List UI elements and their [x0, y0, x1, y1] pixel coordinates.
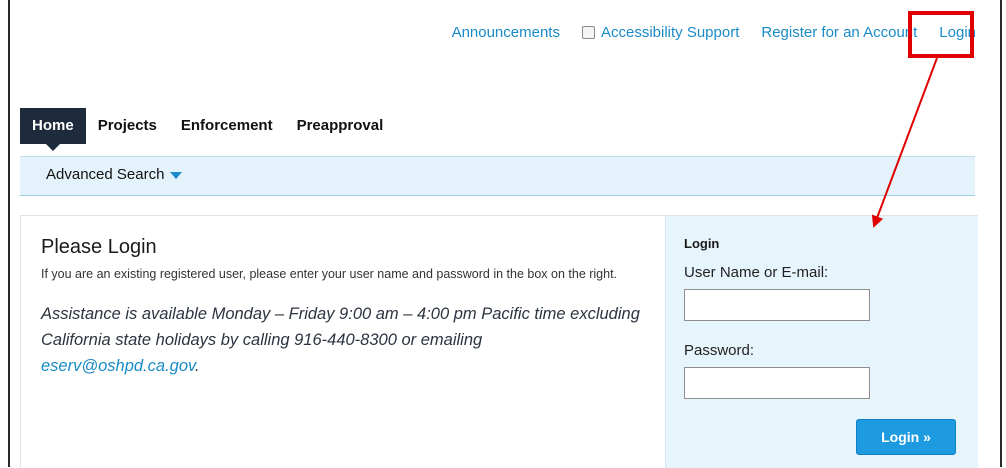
username-input[interactable] — [684, 289, 870, 321]
password-label: Password: — [684, 342, 755, 359]
login-content: Please Login If you are an existing regi… — [20, 215, 978, 468]
checkbox-icon[interactable] — [581, 26, 595, 39]
tab-projects[interactable]: Projects — [86, 108, 169, 144]
page-title: Please Login — [41, 236, 157, 258]
tab-home[interactable]: Home — [20, 108, 86, 151]
advanced-search-menu[interactable]: Advanced Search — [46, 166, 183, 183]
username-label: User Name or E-mail: — [684, 264, 829, 281]
login-panel: Login User Name or E-mail: Password: Log… — [665, 216, 978, 468]
assistance-period: . — [195, 357, 200, 375]
register-link[interactable]: Register for an Account — [761, 24, 917, 41]
login-description: If you are an existing registered user, … — [41, 267, 618, 281]
login-panel-title: Login — [684, 236, 720, 251]
announcements-link[interactable]: Announcements — [452, 24, 560, 41]
login-highlight-box — [908, 11, 974, 58]
accessibility-support-link[interactable]: Accessibility Support — [601, 24, 739, 41]
login-button[interactable]: Login » — [856, 419, 956, 455]
assistance-message: Assistance is available Monday – Friday … — [41, 305, 640, 349]
tab-preapproval[interactable]: Preapproval — [285, 108, 396, 144]
top-links: Announcements Accessibility Support Regi… — [452, 24, 976, 41]
assistance-text: Assistance is available Monday – Friday … — [41, 301, 651, 379]
sub-nav: Advanced Search — [20, 156, 975, 196]
advanced-search-label: Advanced Search — [46, 166, 165, 183]
chevron-down-icon — [170, 172, 183, 179]
tab-enforcement[interactable]: Enforcement — [169, 108, 285, 144]
main-nav: Home Projects Enforcement Preapproval — [20, 108, 396, 151]
support-email-link[interactable]: eserv@oshpd.ca.gov — [41, 357, 195, 375]
accessibility-support[interactable]: Accessibility Support — [581, 24, 739, 41]
login-info: Please Login If you are an existing regi… — [41, 236, 651, 379]
password-input[interactable] — [684, 367, 870, 399]
